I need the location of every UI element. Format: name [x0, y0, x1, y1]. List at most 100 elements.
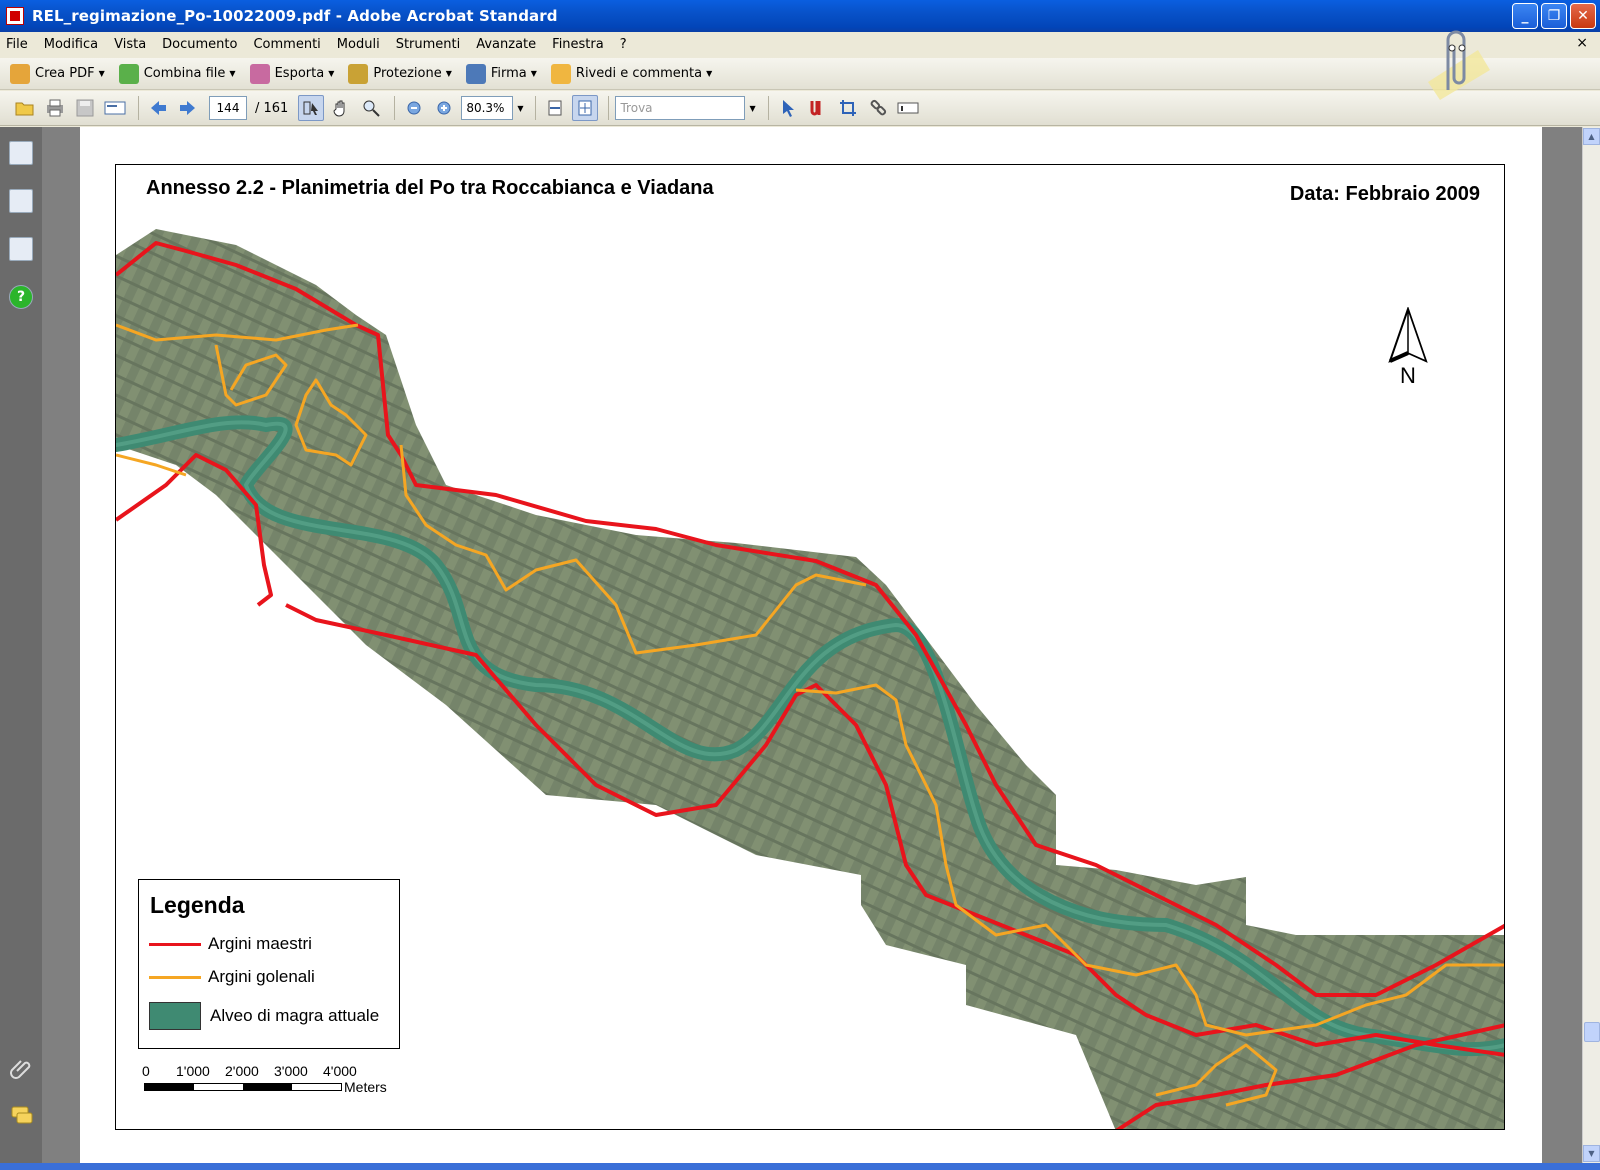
scale-unit: Meters	[344, 1079, 387, 1095]
map-title: Annesso 2.2 - Planimetria del Po tra Roc…	[146, 177, 714, 199]
legend-swatch	[149, 1002, 201, 1030]
protection-button[interactable]: Protezione ▼	[348, 63, 452, 84]
fit-page-icon[interactable]	[572, 95, 599, 121]
find-input[interactable]: Trova	[615, 96, 746, 120]
scale-tick: 0	[142, 1063, 150, 1079]
legend-label: Argini maestri	[208, 934, 312, 953]
pdf-app-icon	[6, 7, 24, 25]
zoom-in-icon[interactable]	[431, 95, 457, 121]
map-date: Data: Febbraio 2009	[1289, 183, 1480, 205]
comment-icon	[550, 63, 571, 84]
toolbar-separator	[535, 96, 537, 120]
export-icon	[249, 63, 270, 84]
window-title: REL_regimazione_Po-10022009.pdf - Adobe …	[32, 7, 558, 25]
chevron-down-icon: ▼	[530, 69, 537, 78]
previous-page-icon[interactable]	[145, 95, 171, 121]
sign-label: Firma	[490, 66, 527, 81]
crop-icon[interactable]	[835, 95, 861, 121]
north-label: N	[1400, 363, 1416, 388]
scroll-down-icon[interactable]: ▼	[1583, 1145, 1600, 1162]
pdf-page: Annesso 2.2 - Planimetria del Po tra Roc…	[80, 127, 1542, 1163]
minimize-button[interactable]: _	[1512, 3, 1538, 29]
print-icon[interactable]	[42, 95, 68, 121]
north-arrow: N	[1384, 305, 1434, 397]
page-number-input[interactable]: 144	[209, 96, 247, 120]
attachments-icon[interactable]	[10, 1057, 34, 1081]
maximize-button[interactable]: ❐	[1541, 3, 1567, 29]
pages-panel-icon[interactable]	[9, 141, 33, 165]
legend-item-alveo: Alveo di magra attuale	[149, 1002, 379, 1030]
text-touchup-icon[interactable]	[805, 95, 831, 121]
close-button[interactable]: ✕	[1570, 3, 1596, 29]
fit-width-icon[interactable]	[542, 95, 568, 121]
legend-swatch	[149, 975, 201, 979]
toolbar-separator	[394, 96, 396, 120]
lock-icon	[348, 63, 369, 84]
legend-swatch	[149, 942, 201, 946]
sign-button[interactable]: Firma ▼	[465, 63, 537, 84]
form-field-icon[interactable]	[895, 95, 921, 121]
combine-files-label: Combina file	[143, 66, 226, 81]
document-close-icon[interactable]: ×	[1576, 35, 1588, 51]
menu-vista[interactable]: Vista	[106, 37, 154, 52]
create-pdf-icon	[10, 63, 30, 84]
zoom-out-icon[interactable]	[401, 95, 427, 121]
scale-tick: 1'000	[176, 1063, 210, 1079]
chevron-down-icon: ▼	[445, 69, 452, 78]
task-toolbar: Crea PDF ▼ Combina file ▼ Esporta ▼ Prot…	[0, 58, 1600, 90]
legend-label: Alveo di magra attuale	[210, 1006, 380, 1025]
scale-bar-graphic	[144, 1083, 342, 1091]
hand-tool-icon[interactable]	[328, 95, 354, 121]
next-page-icon[interactable]	[175, 95, 201, 121]
zoom-dropdown-icon[interactable]: ▼	[517, 104, 523, 113]
create-pdf-label: Crea PDF	[35, 66, 95, 81]
link-icon[interactable]	[865, 95, 891, 121]
email-icon[interactable]	[102, 95, 128, 121]
menu-strumenti[interactable]: Strumenti	[388, 37, 469, 52]
menu-finestra[interactable]: Finestra	[544, 37, 612, 52]
create-pdf-button[interactable]: Crea PDF ▼	[10, 63, 105, 84]
select-tool-icon[interactable]	[298, 95, 325, 121]
combine-files-button[interactable]: Combina file ▼	[118, 63, 236, 84]
scroll-up-icon[interactable]: ▲	[1583, 128, 1600, 145]
pen-icon	[465, 63, 486, 84]
north-arrow-icon	[1388, 305, 1428, 363]
title-bar: REL_regimazione_Po-10022009.pdf - Adobe …	[0, 0, 1600, 32]
toolbar-separator	[767, 96, 769, 120]
review-comment-button[interactable]: Rivedi e commenta ▼	[550, 63, 712, 84]
menu-documento[interactable]: Documento	[154, 37, 245, 52]
menu-modifica[interactable]: Modifica	[36, 37, 106, 52]
map-legend: Legenda Argini maestri Argini golenali A…	[138, 879, 400, 1049]
document-area[interactable]: Annesso 2.2 - Planimetria del Po tra Roc…	[42, 127, 1582, 1163]
menu-avanzate[interactable]: Avanzate	[468, 37, 544, 52]
export-button[interactable]: Esporta ▼	[249, 63, 335, 84]
bookmarks-panel-icon[interactable]	[9, 189, 33, 213]
scrollbar-thumb[interactable]	[1584, 1022, 1600, 1042]
vertical-scrollbar[interactable]: ▲ ▼	[1582, 127, 1600, 1163]
help-icon[interactable]: ?	[9, 285, 33, 309]
navigation-pane: ?	[0, 127, 42, 1163]
chevron-down-icon: ▼	[328, 69, 335, 78]
protection-label: Protezione	[373, 66, 442, 81]
legend-item-argini-golenali: Argini golenali	[149, 967, 315, 987]
zoom-level-input[interactable]: 80.3%	[461, 96, 514, 120]
open-folder-icon[interactable]	[12, 95, 38, 121]
menu-help[interactable]: ?	[612, 37, 635, 52]
zoom-tool-icon[interactable]	[358, 95, 384, 121]
toolbar-separator	[608, 96, 610, 120]
menu-moduli[interactable]: Moduli	[329, 37, 388, 52]
comments-panel-icon[interactable]	[10, 1105, 34, 1127]
map-frame: Annesso 2.2 - Planimetria del Po tra Roc…	[115, 164, 1505, 1130]
menu-commenti[interactable]: Commenti	[245, 37, 328, 52]
office-assistant-icon[interactable]	[1418, 20, 1498, 100]
scale-tick: 4'000	[323, 1063, 357, 1079]
legend-title: Legenda	[150, 892, 245, 918]
save-icon[interactable]	[72, 95, 98, 121]
signatures-panel-icon[interactable]	[9, 237, 33, 261]
find-dropdown-icon[interactable]: ▼	[749, 104, 755, 113]
chevron-down-icon: ▼	[98, 69, 105, 78]
menu-file[interactable]: File	[0, 37, 36, 52]
toolbar-separator	[138, 96, 139, 120]
legend-label: Argini golenali	[208, 967, 315, 986]
pointer-icon[interactable]	[775, 95, 801, 121]
